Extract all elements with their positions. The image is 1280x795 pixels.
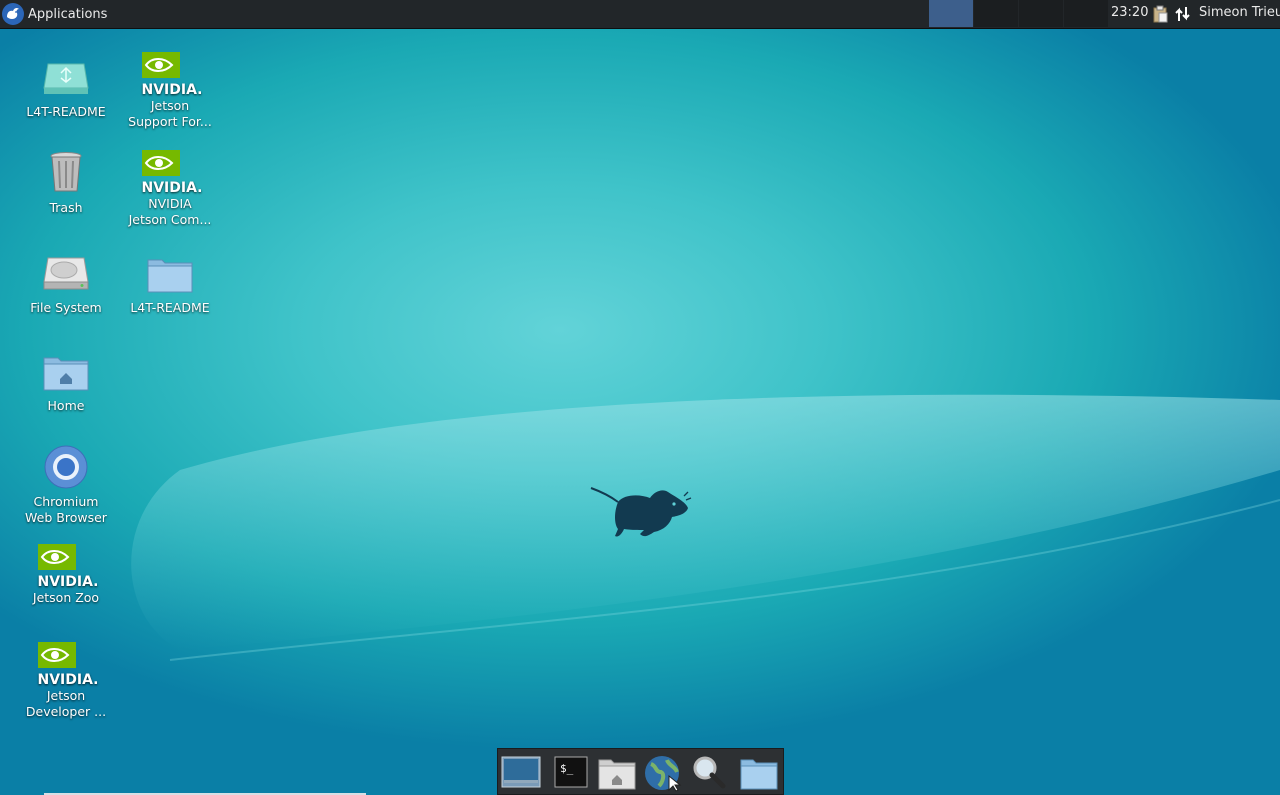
icon-label: Jetson Developer ... xyxy=(25,688,107,719)
nvidia-icon xyxy=(134,52,194,96)
workspace-3-button[interactable] xyxy=(1019,0,1063,27)
top-panel: Applications 23:20 Simeon Trieu xyxy=(0,0,1280,29)
user-menu[interactable]: Simeon Trieu xyxy=(1199,5,1280,20)
icon-label: File System xyxy=(30,300,102,315)
applications-menu[interactable]: Applications xyxy=(2,2,107,26)
dock-terminal[interactable]: $_ xyxy=(551,754,591,792)
dock: $_ xyxy=(497,748,784,795)
network-icon[interactable] xyxy=(1174,5,1192,23)
icon-label: L4T-README xyxy=(26,104,106,119)
workspace-4-button[interactable] xyxy=(1064,0,1108,27)
desktop-icon-home[interactable]: Home xyxy=(16,348,116,414)
trash-icon xyxy=(42,150,90,198)
terminal-icon: $_ xyxy=(554,756,588,788)
desktop-icon-chromium[interactable]: Chromium Web Browser xyxy=(16,444,116,526)
desktop-icon-jetson-developer[interactable]: NVIDIA. Jetson Developer ... xyxy=(16,638,116,720)
web-browser-icon xyxy=(645,756,682,792)
folder-icon xyxy=(740,759,778,790)
xfce-mouse-logo xyxy=(590,487,692,537)
search-icon xyxy=(693,756,726,789)
dock-folder[interactable] xyxy=(739,754,779,792)
folder-icon xyxy=(146,250,194,298)
desktop-icon-trash[interactable]: Trash xyxy=(16,150,116,216)
icon-label: Home xyxy=(47,398,85,413)
dock-web-browser[interactable] xyxy=(643,754,683,792)
icon-label: Chromium Web Browser xyxy=(25,494,107,525)
icon-label: NVIDIA Jetson Com... xyxy=(128,196,212,227)
nvidia-icon xyxy=(134,150,194,194)
desktop-icon-l4t-readme-folder[interactable]: L4T-README xyxy=(120,250,220,316)
icon-label: Jetson Zoo xyxy=(32,590,100,605)
nvidia-icon xyxy=(30,544,90,588)
hard-drive-icon xyxy=(42,250,90,298)
chromium-icon xyxy=(42,444,90,492)
home-folder-icon xyxy=(42,348,90,396)
desktop-icon-jetson-zoo[interactable]: NVIDIA. Jetson Zoo xyxy=(16,540,116,606)
workspace-2-button[interactable] xyxy=(974,0,1018,27)
clock[interactable]: 23:20 xyxy=(1111,5,1148,20)
desktop-icon-jetson-support[interactable]: NVIDIA. Jetson Support For... xyxy=(120,48,220,130)
svg-text:$_: $_ xyxy=(560,762,574,775)
dock-show-desktop[interactable] xyxy=(501,754,541,792)
applications-label: Applications xyxy=(28,6,108,22)
desktop[interactable]: Applications 23:20 Simeon Trieu L4T-READ… xyxy=(0,0,1280,795)
icon-label: Jetson Support For... xyxy=(128,98,212,129)
show-desktop-icon xyxy=(501,756,541,788)
dock-home-folder[interactable] xyxy=(597,754,637,792)
desktop-icon-l4t-readme-drive[interactable]: L4T-README xyxy=(16,54,116,120)
clipboard-icon[interactable] xyxy=(1152,5,1168,23)
desktop-icon-nvidia-jetson-community[interactable]: NVIDIA. NVIDIA Jetson Com... xyxy=(120,146,220,228)
desktop-icon-file-system[interactable]: File System xyxy=(16,250,116,316)
nvidia-icon xyxy=(30,642,90,686)
icon-label: L4T-README xyxy=(130,300,210,315)
home-folder-icon xyxy=(598,759,636,790)
usb-drive-icon xyxy=(42,54,90,102)
dock-app-finder[interactable] xyxy=(689,754,729,792)
icon-label: Trash xyxy=(49,200,83,215)
workspace-1-button[interactable] xyxy=(929,0,973,27)
xfce-logo-icon xyxy=(2,3,24,25)
